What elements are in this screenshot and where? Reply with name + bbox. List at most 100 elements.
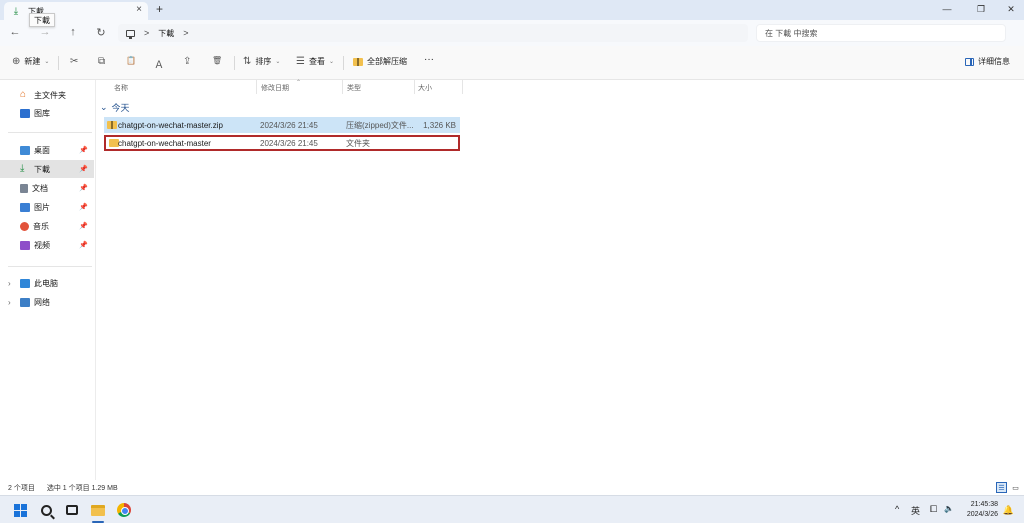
column-divider[interactable] bbox=[256, 80, 257, 94]
sidebar-item-label: 此电脑 bbox=[34, 278, 58, 288]
column-divider[interactable] bbox=[462, 80, 463, 94]
close-window-button[interactable]: ✕ bbox=[996, 2, 1024, 16]
start-button[interactable] bbox=[10, 500, 30, 520]
pin-icon: 📌 bbox=[79, 223, 88, 230]
share-icon[interactable]: ⇪ bbox=[183, 56, 191, 67]
address-field[interactable]: > 下載 > bbox=[118, 24, 748, 42]
file-name: chatgpt-on-wechat-master bbox=[118, 138, 211, 148]
extract-all-button[interactable]: 全部解压缩 bbox=[353, 56, 407, 67]
videos-icon bbox=[20, 240, 30, 250]
search-input[interactable]: 在 下載 中搜索 bbox=[756, 24, 1006, 42]
sort-button[interactable]: ⇅ 排序 ⌄ bbox=[243, 56, 280, 67]
title-bar: ⤓ 下載 × 下載 + — ❐ ✕ bbox=[0, 0, 1024, 27]
chevron-down-icon: ⌄ bbox=[100, 102, 108, 112]
breadcrumb-downloads[interactable]: 下載 bbox=[158, 28, 174, 39]
view-label: 查看 bbox=[308, 57, 325, 66]
column-header-size[interactable]: 大小 bbox=[418, 83, 432, 93]
divider bbox=[8, 266, 92, 267]
details-label: 详细信息 bbox=[978, 57, 1010, 66]
refresh-button[interactable]: ↻ bbox=[94, 26, 108, 39]
notification-bell-icon[interactable]: 🔔 bbox=[1003, 505, 1014, 516]
column-divider[interactable] bbox=[342, 80, 343, 94]
item-count: 2 个项目 bbox=[8, 484, 35, 492]
rename-icon[interactable]: Ａ bbox=[154, 56, 164, 71]
column-header-date[interactable]: 修改日期 bbox=[261, 83, 289, 93]
selection-info: 选中 1 个项目 1.29 MB bbox=[46, 484, 118, 492]
sidebar-item-videos[interactable]: 视频 📌 bbox=[0, 236, 94, 254]
chrome-taskbar-button[interactable] bbox=[114, 500, 134, 520]
sidebar-item-gallery[interactable]: 图库 bbox=[0, 104, 94, 122]
home-icon: ⌂ bbox=[20, 89, 27, 100]
view-button[interactable]: ☰ 查看 ⌄ bbox=[296, 56, 334, 67]
navigation-pane: ⌂ 主文件夹 图库 桌面 📌 ⤓ 下載 📌 文档 📌 图片 📌 音乐 📌 视频 … bbox=[0, 80, 96, 480]
sidebar-item-downloads[interactable]: ⤓ 下載 📌 bbox=[0, 160, 94, 178]
tab-downloads[interactable]: ⤓ 下載 × bbox=[4, 2, 148, 20]
sidebar-item-home[interactable]: ⌂ 主文件夹 bbox=[0, 86, 94, 104]
chevron-right-icon[interactable]: › bbox=[8, 279, 11, 288]
table-row[interactable]: chatgpt-on-wechat-master 2024/3/26 21:45… bbox=[104, 135, 460, 151]
new-button[interactable]: ⊕ 新建 ⌄ bbox=[12, 56, 49, 67]
file-date: 2024/3/26 21:45 bbox=[260, 120, 318, 130]
copy-icon[interactable]: ⧉ bbox=[98, 56, 105, 67]
sidebar-item-label: 下載 bbox=[34, 164, 50, 174]
chevron-down-icon: ⌄ bbox=[275, 59, 281, 65]
new-tab-button[interactable]: + bbox=[156, 2, 163, 16]
volume-icon[interactable]: 🔈 bbox=[944, 504, 954, 513]
sidebar-item-network[interactable]: › 网络 bbox=[0, 293, 94, 311]
monitor-icon bbox=[126, 29, 135, 39]
pin-icon: 📌 bbox=[79, 147, 88, 154]
back-button[interactable]: ← bbox=[8, 26, 22, 38]
display-icon[interactable]: ⧠ bbox=[930, 504, 937, 515]
paste-icon[interactable]: 📋 bbox=[126, 56, 136, 65]
task-view-button[interactable] bbox=[62, 500, 82, 520]
music-icon bbox=[20, 221, 29, 231]
sidebar-item-label: 网络 bbox=[34, 297, 50, 307]
sidebar-item-label: 主文件夹 bbox=[34, 90, 66, 100]
delete-icon[interactable]: 🗑 bbox=[212, 56, 222, 65]
column-header-type[interactable]: 类型 bbox=[347, 83, 361, 93]
group-header-today[interactable]: ⌄ 今天 bbox=[100, 101, 130, 114]
sidebar-item-documents[interactable]: 文档 📌 bbox=[0, 179, 94, 197]
maximize-button[interactable]: ❐ bbox=[966, 2, 996, 16]
divider bbox=[58, 56, 59, 70]
new-label: 新建 bbox=[24, 57, 41, 66]
file-explorer-taskbar-button[interactable] bbox=[88, 500, 108, 520]
ime-indicator[interactable]: 英 bbox=[911, 504, 920, 517]
more-options-button[interactable]: ··· bbox=[424, 54, 434, 65]
forward-button[interactable]: → bbox=[38, 26, 52, 38]
sort-label: 排序 bbox=[255, 57, 272, 66]
pin-icon: 📌 bbox=[79, 185, 88, 192]
sidebar-item-pictures[interactable]: 图片 📌 bbox=[0, 198, 94, 216]
file-date: 2024/3/26 21:45 bbox=[260, 138, 318, 148]
sort-icon: ⇅ bbox=[243, 56, 252, 67]
plus-circle-icon: ⊕ bbox=[12, 56, 21, 67]
details-view-button[interactable]: ☰ bbox=[996, 482, 1007, 493]
minimize-button[interactable]: — bbox=[932, 2, 962, 16]
gallery-icon bbox=[20, 108, 30, 118]
sort-ascending-icon: ⌃ bbox=[296, 80, 302, 86]
sidebar-item-label: 视频 bbox=[34, 240, 50, 250]
search-button[interactable] bbox=[36, 500, 56, 520]
chevron-right-icon[interactable]: > bbox=[183, 28, 188, 38]
cut-icon[interactable]: ✂ bbox=[70, 56, 78, 67]
column-header-name[interactable]: 名称 bbox=[114, 83, 128, 93]
tiles-view-button[interactable]: ▭ bbox=[1010, 482, 1021, 493]
download-icon: ⤓ bbox=[20, 163, 25, 174]
system-clock[interactable]: 21:45:38 2024/3/26 bbox=[967, 500, 998, 520]
sidebar-item-label: 音乐 bbox=[33, 221, 49, 231]
sidebar-item-music[interactable]: 音乐 📌 bbox=[0, 217, 94, 235]
tab-close-icon[interactable]: × bbox=[136, 4, 142, 15]
details-button[interactable]: 详细信息 bbox=[965, 56, 1010, 67]
sidebar-item-desktop[interactable]: 桌面 📌 bbox=[0, 141, 94, 159]
status-bar: 2 个项目 选中 1 个项目 1.29 MB ☰ ▭ bbox=[0, 480, 1024, 495]
column-divider[interactable] bbox=[414, 80, 415, 94]
file-type: 文件夹 bbox=[346, 138, 370, 148]
sidebar-item-this-pc[interactable]: › 此电脑 bbox=[0, 274, 94, 292]
table-row[interactable]: chatgpt-on-wechat-master.zip 2024/3/26 2… bbox=[104, 117, 460, 133]
tray-chevron-icon[interactable]: ^ bbox=[895, 504, 899, 514]
chevron-right-icon[interactable]: › bbox=[8, 298, 11, 307]
command-bar: ⊕ 新建 ⌄ ✂ ⧉ 📋 Ａ ⇪ 🗑 ⇅ 排序 ⌄ ☰ 查看 ⌄ 全部解压缩 ·… bbox=[0, 46, 1024, 80]
documents-icon bbox=[20, 183, 28, 193]
up-button[interactable]: ↑ bbox=[66, 26, 80, 38]
pictures-icon bbox=[20, 202, 30, 212]
